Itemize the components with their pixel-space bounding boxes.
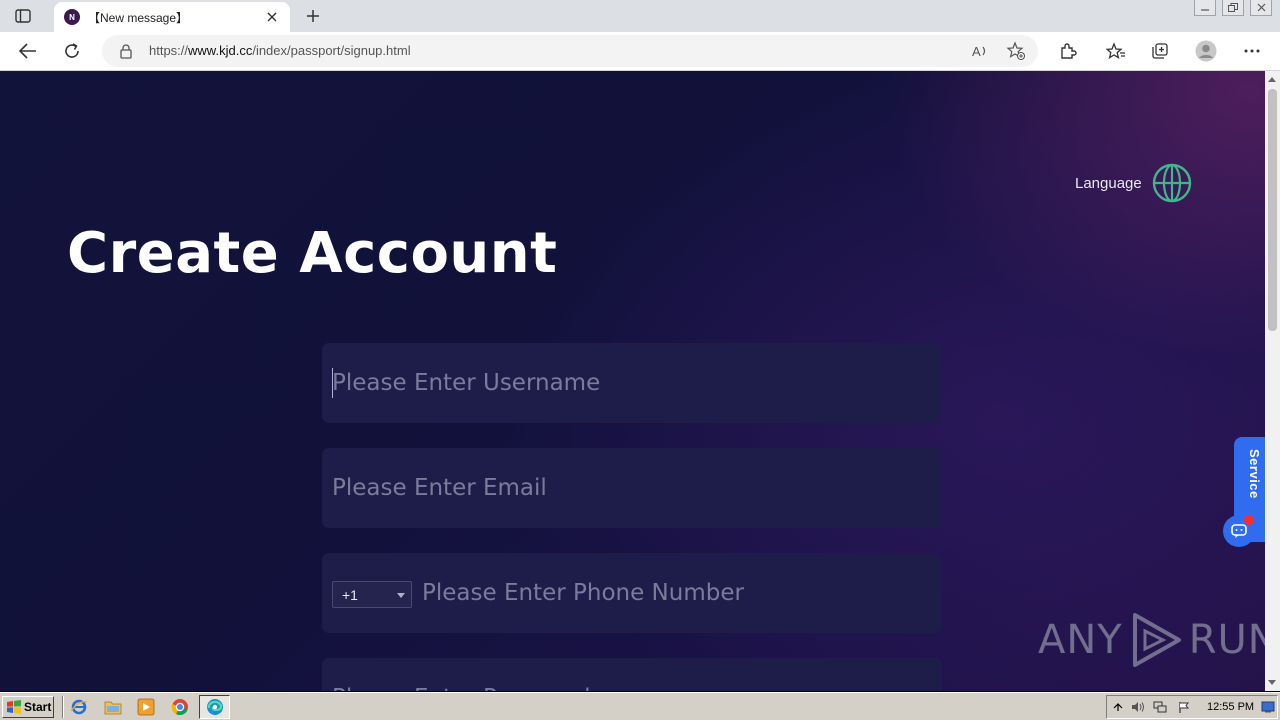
language-switcher[interactable]: Language <box>1075 163 1192 203</box>
profile-avatar-icon[interactable] <box>1194 40 1218 62</box>
password-field <box>322 658 942 691</box>
close-tab-icon[interactable] <box>264 9 280 25</box>
taskbar: Start 12:55 PM <box>0 692 1280 720</box>
internet-explorer-icon[interactable] <box>69 697 89 717</box>
scroll-down-icon[interactable] <box>1268 680 1276 685</box>
url-text[interactable]: https://www.kjd.cc/index/passport/signup… <box>149 43 411 58</box>
action-center-flag-icon[interactable] <box>1177 700 1191 714</box>
new-tab-icon[interactable] <box>302 6 324 26</box>
extensions-icon[interactable] <box>1056 40 1080 62</box>
signup-page: Language Create Account +1 ANY RUN <box>0 71 1265 691</box>
url-path: /index/passport/signup.html <box>252 43 411 58</box>
language-label: Language <box>1075 174 1142 192</box>
tab-favicon-icon: N <box>64 9 80 25</box>
browser-tab[interactable]: N 【New message】 <box>54 2 290 32</box>
phone-input[interactable] <box>422 573 922 613</box>
more-options-icon[interactable] <box>1240 40 1264 62</box>
start-label: Start <box>24 700 52 714</box>
tab-title: 【New message】 <box>88 10 189 25</box>
favorites-icon[interactable] <box>1104 40 1128 62</box>
scroll-up-icon[interactable] <box>1268 77 1276 82</box>
country-code-select[interactable]: +1 <box>332 581 412 608</box>
anyrun-watermark: ANY RUN <box>1038 609 1265 671</box>
dropdown-arrow-icon <box>397 593 405 598</box>
watermark-text-right: RUN <box>1188 617 1265 663</box>
network-icon[interactable] <box>1153 700 1167 714</box>
media-player-icon[interactable] <box>136 697 156 717</box>
windows-logo-icon <box>7 700 21 714</box>
username-input[interactable] <box>332 363 922 403</box>
read-aloud-icon[interactable]: A <box>970 41 990 61</box>
globe-icon[interactable] <box>1152 163 1192 203</box>
volume-icon[interactable] <box>1131 700 1145 714</box>
url-prefix: https:// <box>149 43 189 58</box>
show-desktop-icon[interactable] <box>1261 700 1275 714</box>
clock[interactable]: 12:55 PM <box>1207 701 1254 713</box>
close-window-icon[interactable] <box>1250 0 1272 16</box>
watermark-text-left: ANY <box>1038 617 1123 663</box>
file-explorer-icon[interactable] <box>103 697 123 717</box>
text-caret <box>332 368 333 398</box>
refresh-icon[interactable] <box>60 40 84 62</box>
username-field <box>322 343 942 423</box>
chrome-icon[interactable] <box>170 697 190 717</box>
email-input[interactable] <box>332 468 922 508</box>
collections-icon[interactable] <box>1148 40 1172 62</box>
lock-icon[interactable] <box>118 43 134 59</box>
play-logo-icon <box>1132 613 1181 667</box>
notification-dot <box>1244 515 1254 525</box>
taskbar-separator <box>62 696 64 718</box>
url-domain: www.kjd.cc <box>188 43 253 58</box>
tab-actions-icon[interactable] <box>12 7 34 25</box>
minimize-icon[interactable] <box>1194 0 1216 16</box>
page-scrollbar[interactable] <box>1265 71 1280 691</box>
page-title: Create Account <box>67 221 558 286</box>
country-code-value: +1 <box>342 586 358 603</box>
back-icon[interactable] <box>16 40 40 62</box>
window-controls <box>1194 0 1272 16</box>
system-tray: 12:55 PM <box>1106 695 1278 719</box>
address-bar[interactable]: https://www.kjd.cc/index/passport/signup… <box>102 35 1038 67</box>
start-button[interactable]: Start <box>2 696 54 718</box>
tray-expand-icon[interactable] <box>1111 700 1125 714</box>
svg-text:A: A <box>972 44 981 59</box>
restore-icon[interactable] <box>1222 0 1244 16</box>
add-favorite-icon[interactable] <box>1006 41 1026 61</box>
service-label: Service <box>1247 449 1262 499</box>
edge-icon[interactable] <box>205 697 225 717</box>
tab-strip: N 【New message】 <box>0 0 1280 32</box>
phone-field: +1 <box>322 553 942 633</box>
scroll-thumb[interactable] <box>1268 89 1277 331</box>
email-field <box>322 448 942 528</box>
password-input[interactable] <box>332 678 922 691</box>
browser-toolbar: https://www.kjd.cc/index/passport/signup… <box>0 32 1280 71</box>
